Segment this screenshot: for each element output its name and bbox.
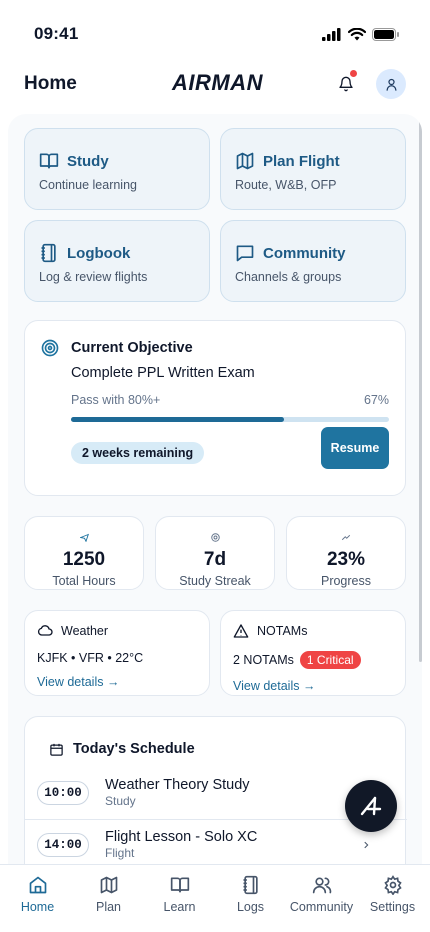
objective-title: Complete PPL Written Exam [71,365,255,381]
status-icons [322,27,400,41]
warning-icon [233,624,249,638]
battery-icon [372,27,399,41]
header-actions [334,69,406,99]
bottom-tab-bar: Home Plan Learn Logs Community Settings [0,864,430,932]
tab-label: Plan [95,900,122,914]
tab-label: Learn [163,900,196,914]
schedule-item-title: Flight Lesson - Solo XC [105,829,258,845]
status-bar: 09:41 [0,0,430,62]
tab-label: Logs [236,900,265,914]
weather-card[interactable]: Weather KJFK • VFR • 22°C View details → [24,610,210,696]
assistant-fab-button[interactable] [345,780,397,832]
weather-details-link[interactable]: View details → [37,675,197,689]
page-title: Home [24,73,77,94]
airman-logo-icon [360,796,382,816]
notams-card[interactable]: NOTAMs 2 NOTAMs 1 Critical View details … [220,610,406,696]
calendar-icon [50,743,63,756]
progress-card: 23% Progress [286,516,406,590]
tab-learn[interactable]: Learn [147,875,213,932]
plan-flight-tile-subtitle: Route, W&B, OFP [235,178,337,192]
objective-progress-fill [71,417,285,422]
brand-logo: AIRMAN [172,70,263,95]
schedule-item-title: Weather Theory Study [105,777,250,793]
schedule-time: 14:00 [37,832,89,857]
notifications-button[interactable] [334,70,358,96]
critical-badge: 1 Critical [299,651,361,669]
community-tile[interactable]: Community Channels & groups [220,220,406,302]
notams-summary: 2 NOTAMs 1 Critical [233,651,393,669]
map-icon [100,876,117,894]
tab-label: Community [289,900,354,914]
tab-label: Settings [369,900,416,914]
study-streak-value: 7d [203,549,227,570]
cloud-icon [37,625,53,636]
wifi-icon [348,27,366,40]
total-hours-card: 1250 Total Hours [24,516,144,590]
home-content[interactable]: Study Continue learning Plan Flight Rout… [8,114,422,864]
schedule-item-type: Study [105,794,136,808]
study-tile[interactable]: Study Continue learning [24,128,210,210]
tab-plan[interactable]: Plan [76,875,142,932]
remaining-badge: 2 weeks remaining [71,442,205,464]
user-icon [386,78,396,91]
notams-count: 2 NOTAMs [233,653,294,667]
progress-value: 23% [326,549,366,570]
trend-up-icon [341,534,351,541]
plan-flight-tile[interactable]: Plan Flight Route, W&B, OFP [220,128,406,210]
book-open-icon [39,153,59,169]
weather-label: Weather [61,624,109,638]
target-icon [41,339,59,357]
tab-home[interactable]: Home [5,875,71,932]
chevron-right-icon [364,841,369,848]
status-time: 09:41 [34,24,79,43]
map-icon [236,152,254,170]
objective-label: Current Objective [71,340,193,356]
objective-card: Current Objective Complete PPL Written E… [24,320,406,496]
schedule-item[interactable]: 14:00 Flight Lesson - Solo XC Flight [25,829,407,860]
objective-requirement: Pass with 80%+ [71,393,161,407]
progress-label: Progress [320,574,372,588]
resume-button[interactable]: Resume [321,427,389,469]
notification-dot [350,70,357,77]
plane-icon [78,533,89,543]
schedule-card: Today's Schedule 10:00 Weather Theory St… [24,716,407,864]
study-streak-label: Study Streak [179,574,251,588]
book-open-icon [170,877,189,893]
tab-label: Home [20,900,55,914]
total-hours-label: Total Hours [52,574,116,588]
tab-settings[interactable]: Settings [360,875,426,932]
logbook-tile-title: Logbook [67,244,131,262]
plan-flight-tile-title: Plan Flight [263,152,340,170]
schedule-time: 10:00 [37,780,89,805]
study-streak-card: 7d Study Streak [155,516,275,590]
home-icon [29,876,46,894]
target-icon [210,533,220,542]
bell-icon [339,76,353,92]
logbook-tile[interactable]: Logbook Log & review flights [24,220,210,302]
notebook-icon [41,243,56,263]
community-tile-title: Community [263,244,346,262]
notams-label: NOTAMs [257,624,308,638]
schedule-title: Today's Schedule [73,741,195,757]
tab-community[interactable]: Community [289,875,355,932]
users-icon [312,877,331,894]
schedule-item-type: Flight [105,846,135,860]
gear-icon [383,875,402,895]
weather-summary: KJFK • VFR • 22°C [37,651,144,665]
notams-details-link[interactable]: View details → [233,679,393,693]
chat-bubble-icon [236,245,254,262]
logbook-tile-subtitle: Log & review flights [39,270,148,284]
scrollbar[interactable] [419,116,422,662]
study-tile-subtitle: Continue learning [39,178,137,192]
avatar-button[interactable] [376,69,406,99]
objective-progress-bar [71,417,389,422]
study-tile-title: Study [67,152,109,170]
notebook-icon [243,875,258,895]
objective-progress-text: 67% [363,393,389,407]
community-tile-subtitle: Channels & groups [235,270,342,284]
tab-logs[interactable]: Logs [218,875,284,932]
app-header: Home AIRMAN [0,62,430,106]
signal-icon [322,27,341,41]
total-hours-value: 1250 [62,549,106,570]
